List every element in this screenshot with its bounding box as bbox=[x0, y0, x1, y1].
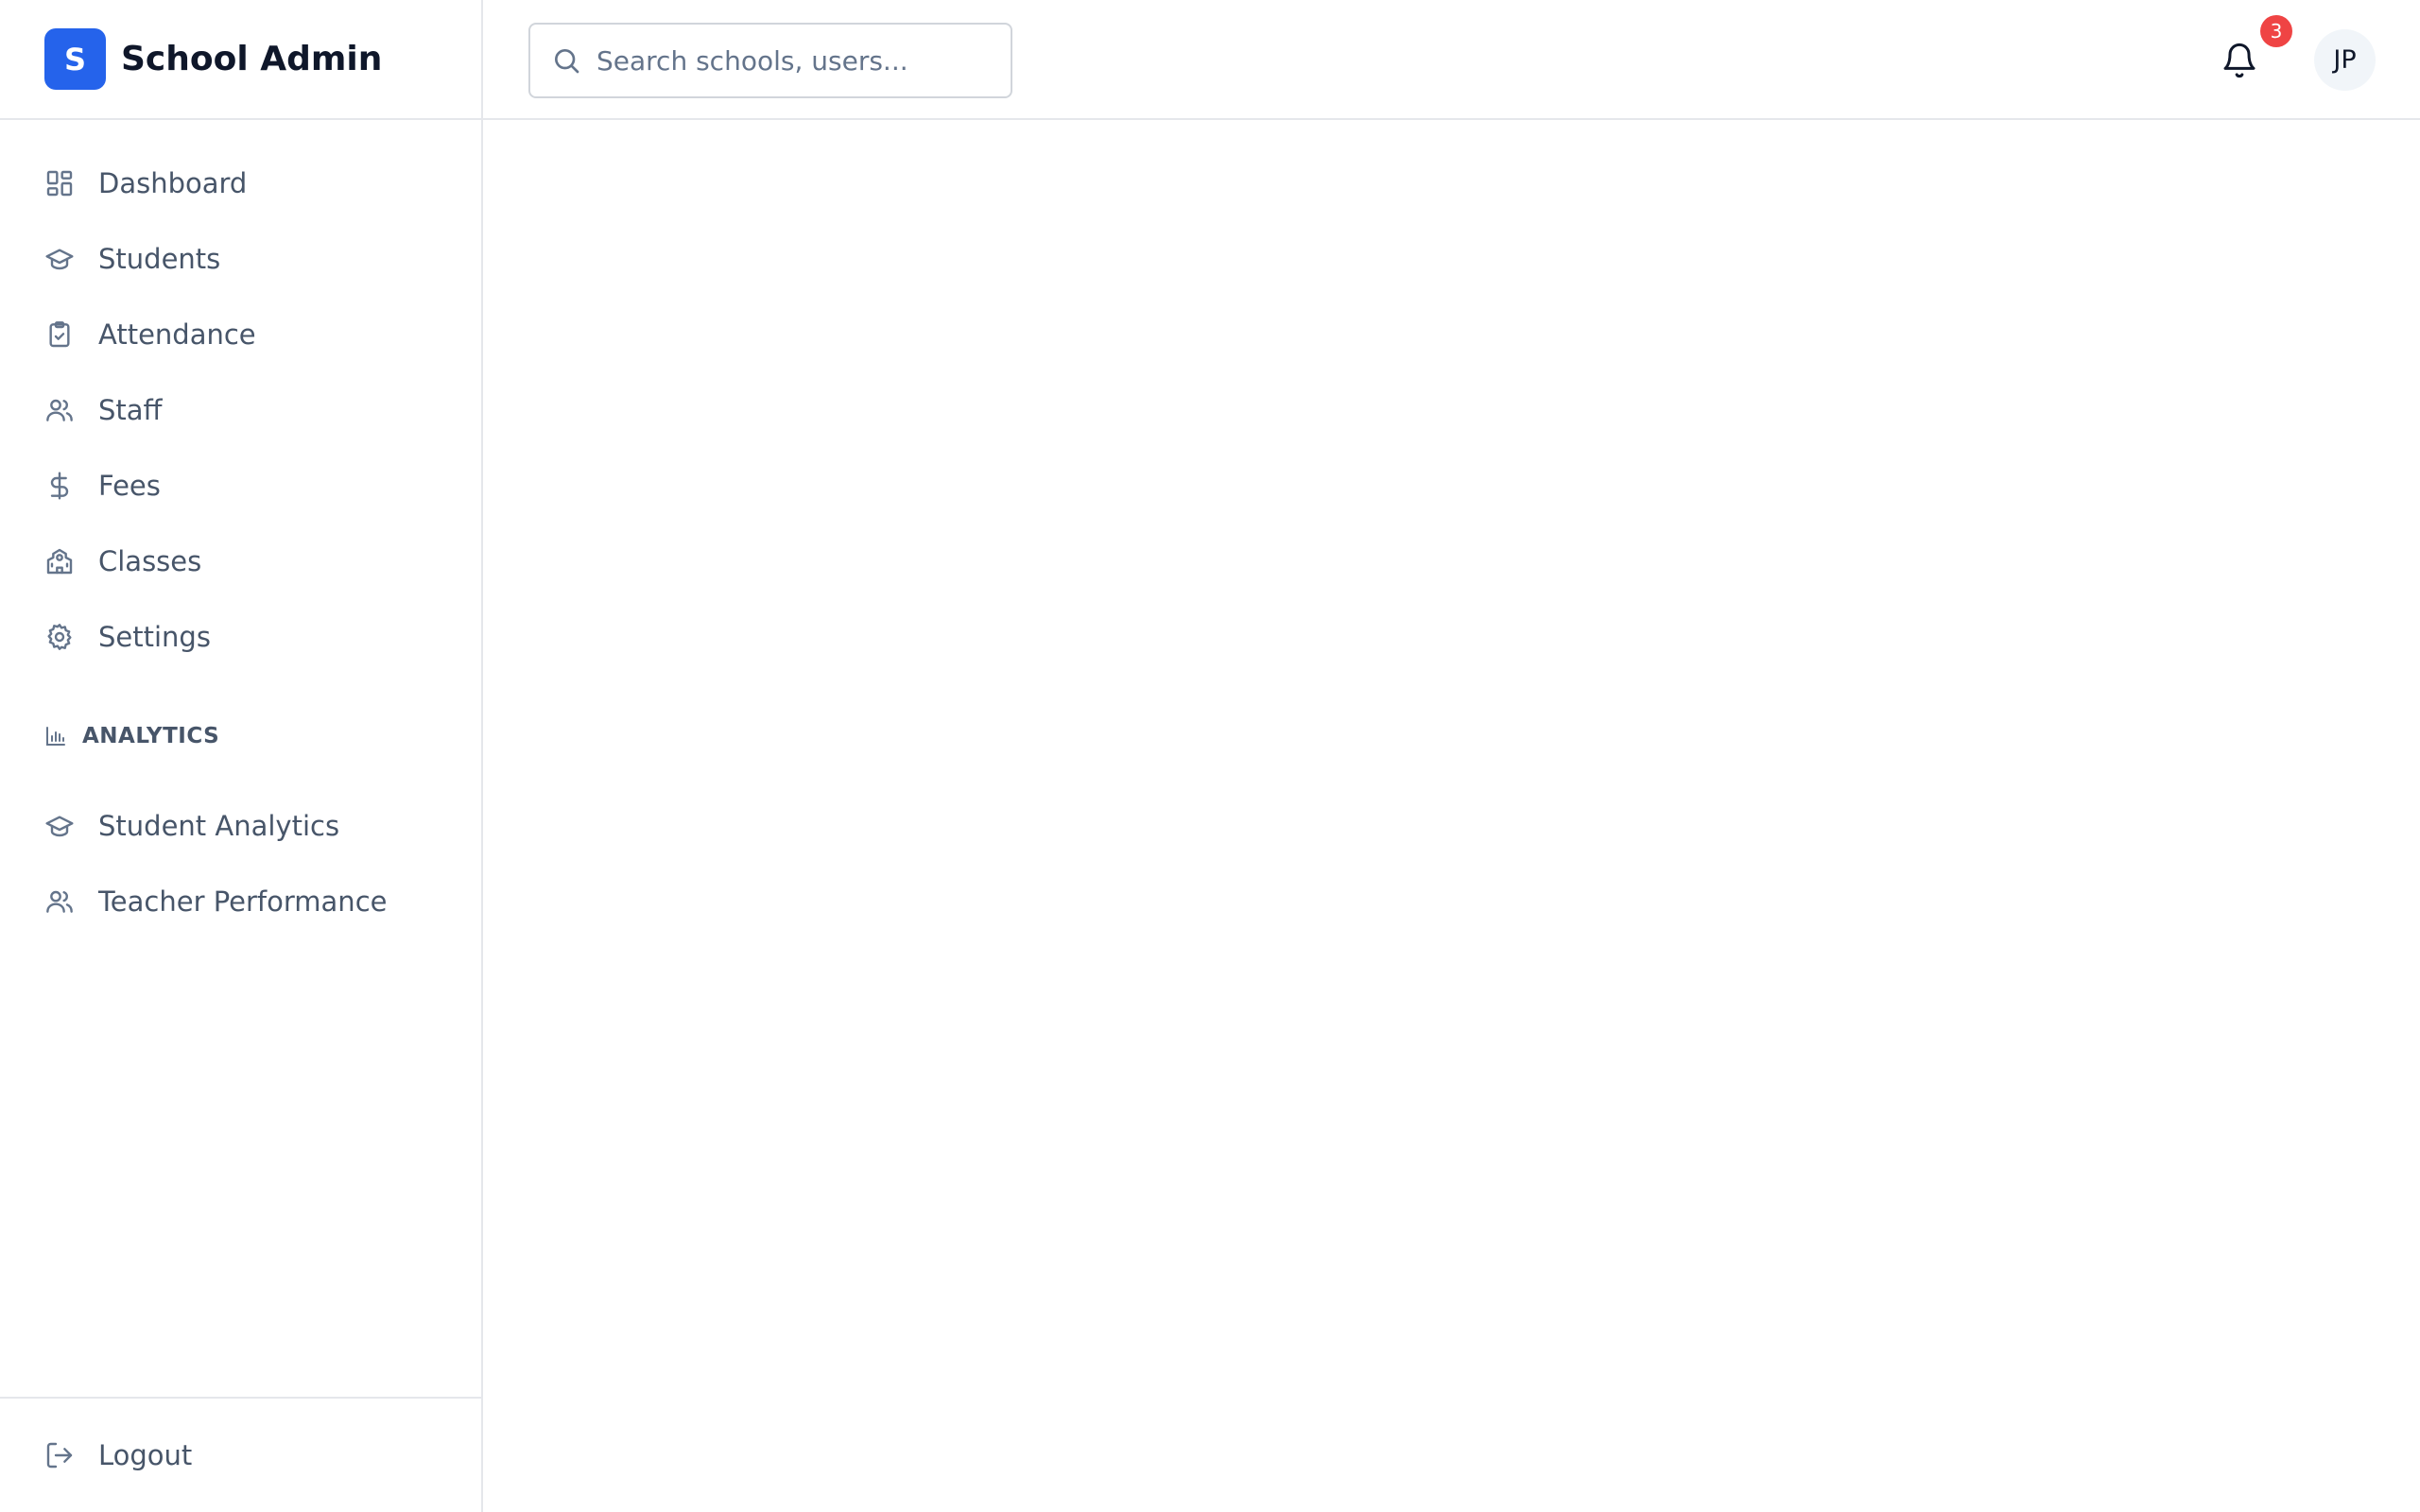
dollar-icon bbox=[44, 471, 75, 501]
graduation-cap-icon bbox=[44, 811, 75, 841]
app-root: S School Admin Dashboard Students Attend… bbox=[0, 0, 2420, 1512]
sidebar-item-label: Settings bbox=[98, 621, 211, 653]
brand-name: School Admin bbox=[121, 40, 383, 78]
sidebar-item-student-analytics[interactable]: Student Analytics bbox=[0, 788, 481, 864]
users-icon bbox=[44, 886, 75, 917]
sidebar-item-label: Classes bbox=[98, 545, 202, 577]
bar-chart-icon bbox=[46, 727, 65, 746]
sidebar-item-label: Dashboard bbox=[98, 167, 248, 199]
sidebar-item-classes[interactable]: Classes bbox=[0, 524, 481, 599]
sidebar-item-settings[interactable]: Settings bbox=[0, 599, 481, 675]
sidebar-item-teacher-performance[interactable]: Teacher Performance bbox=[0, 864, 481, 939]
dashboard-icon bbox=[44, 168, 75, 198]
sidebar-item-label: Student Analytics bbox=[98, 810, 340, 842]
user-avatar[interactable]: JP bbox=[2314, 29, 2376, 91]
notifications-button[interactable] bbox=[2215, 36, 2264, 85]
graduation-cap-icon bbox=[44, 244, 75, 274]
sidebar-item-students[interactable]: Students bbox=[0, 221, 481, 297]
search-input[interactable] bbox=[596, 44, 994, 77]
main-content bbox=[483, 120, 2420, 1512]
sidebar-item-label: Attendance bbox=[98, 318, 256, 351]
logout-label: Logout bbox=[98, 1439, 193, 1471]
gear-icon bbox=[44, 622, 75, 652]
brand-logo: S bbox=[44, 28, 106, 90]
analytics-nav: Student Analytics Teacher Performance bbox=[0, 788, 481, 939]
top-header: 3 JP bbox=[483, 0, 2420, 120]
sidebar-item-label: Teacher Performance bbox=[98, 885, 388, 918]
notification-count-badge: 3 bbox=[2260, 15, 2292, 47]
bell-icon bbox=[2223, 43, 2256, 78]
sidebar: S School Admin Dashboard Students Attend… bbox=[0, 0, 483, 1512]
analytics-section-title: ANALYTICS bbox=[44, 724, 219, 748]
users-icon bbox=[44, 395, 75, 425]
sidebar-nav: Dashboard Students Attendance Staff Fees… bbox=[0, 146, 481, 675]
logout-icon bbox=[44, 1440, 75, 1470]
sidebar-item-label: Staff bbox=[98, 394, 163, 426]
sidebar-item-label: Fees bbox=[98, 470, 161, 502]
sidebar-item-label: Students bbox=[98, 243, 221, 275]
sidebar-item-fees[interactable]: Fees bbox=[0, 448, 481, 524]
search-box[interactable] bbox=[528, 23, 1012, 98]
sidebar-item-staff[interactable]: Staff bbox=[0, 372, 481, 448]
school-icon bbox=[44, 546, 75, 576]
analytics-label: ANALYTICS bbox=[82, 724, 220, 748]
logout-button[interactable]: Logout bbox=[0, 1397, 481, 1512]
clipboard-check-icon bbox=[44, 319, 75, 350]
search-icon bbox=[555, 49, 579, 74]
sidebar-item-dashboard[interactable]: Dashboard bbox=[0, 146, 481, 221]
brand[interactable]: S School Admin bbox=[0, 0, 481, 120]
sidebar-item-attendance[interactable]: Attendance bbox=[0, 297, 481, 372]
